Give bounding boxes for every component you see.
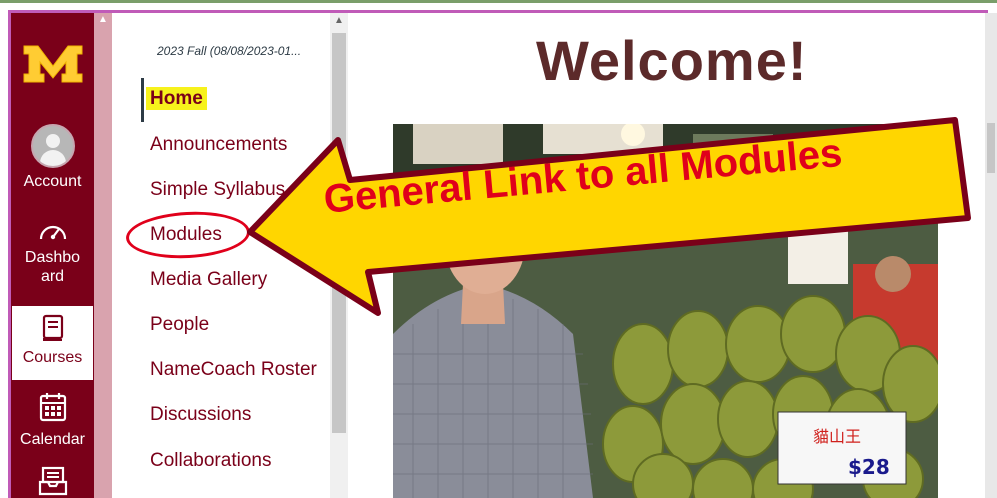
- university-m-logo[interactable]: [22, 44, 84, 84]
- page-heading: Welcome!: [536, 29, 808, 92]
- course-nav-home-label: Home: [146, 87, 207, 110]
- global-nav-calendar-label: Calendar: [20, 431, 85, 448]
- course-nav-media-gallery[interactable]: Media Gallery: [150, 269, 267, 291]
- book-icon: [42, 314, 63, 341]
- active-indicator: [141, 78, 144, 122]
- global-nav-courses-label: Courses: [22, 349, 83, 366]
- scrollbar-thumb[interactable]: [332, 33, 346, 433]
- chevron-up-icon[interactable]: ▲: [98, 15, 108, 25]
- global-nav-account[interactable]: Account: [11, 124, 94, 191]
- price-sign-amount: $28: [848, 455, 890, 479]
- course-nav-simple-syllabus[interactable]: Simple Syllabus: [150, 179, 285, 201]
- global-nav-dashboard-label: Dashboard: [24, 249, 81, 285]
- global-nav-calendar[interactable]: Calendar: [11, 392, 94, 449]
- page-scrollbar[interactable]: [985, 13, 997, 498]
- calendar-icon: [39, 393, 66, 422]
- page-scrollbar-thumb[interactable]: [987, 123, 995, 173]
- scroll-up-icon[interactable]: ▲: [334, 15, 344, 26]
- dashboard-gauge-icon: [39, 225, 66, 240]
- course-nav-namecoach-roster[interactable]: NameCoach Roster: [150, 359, 317, 381]
- price-sign-chinese: 貓山王: [813, 427, 861, 446]
- course-term-label: 2023 Fall (08/08/2023-01...: [157, 44, 302, 58]
- global-nav-courses[interactable]: Courses: [12, 306, 93, 380]
- course-nav-discussions[interactable]: Discussions: [150, 404, 251, 426]
- global-nav-collapse-strip[interactable]: ▲: [94, 13, 112, 498]
- user-avatar-icon: [30, 124, 75, 168]
- global-nav-account-label: Account: [23, 173, 82, 190]
- global-nav-inbox[interactable]: [11, 466, 94, 496]
- course-nav-home[interactable]: Home: [146, 87, 207, 110]
- global-nav-dashboard[interactable]: Dashboard: [11, 220, 94, 286]
- course-nav-announcements[interactable]: Announcements: [150, 134, 287, 156]
- course-nav-scrollbar[interactable]: ▲: [330, 13, 348, 498]
- course-nav-people[interactable]: People: [150, 314, 209, 336]
- inbox-icon: [38, 466, 67, 496]
- course-nav-collaborations[interactable]: Collaborations: [150, 450, 271, 472]
